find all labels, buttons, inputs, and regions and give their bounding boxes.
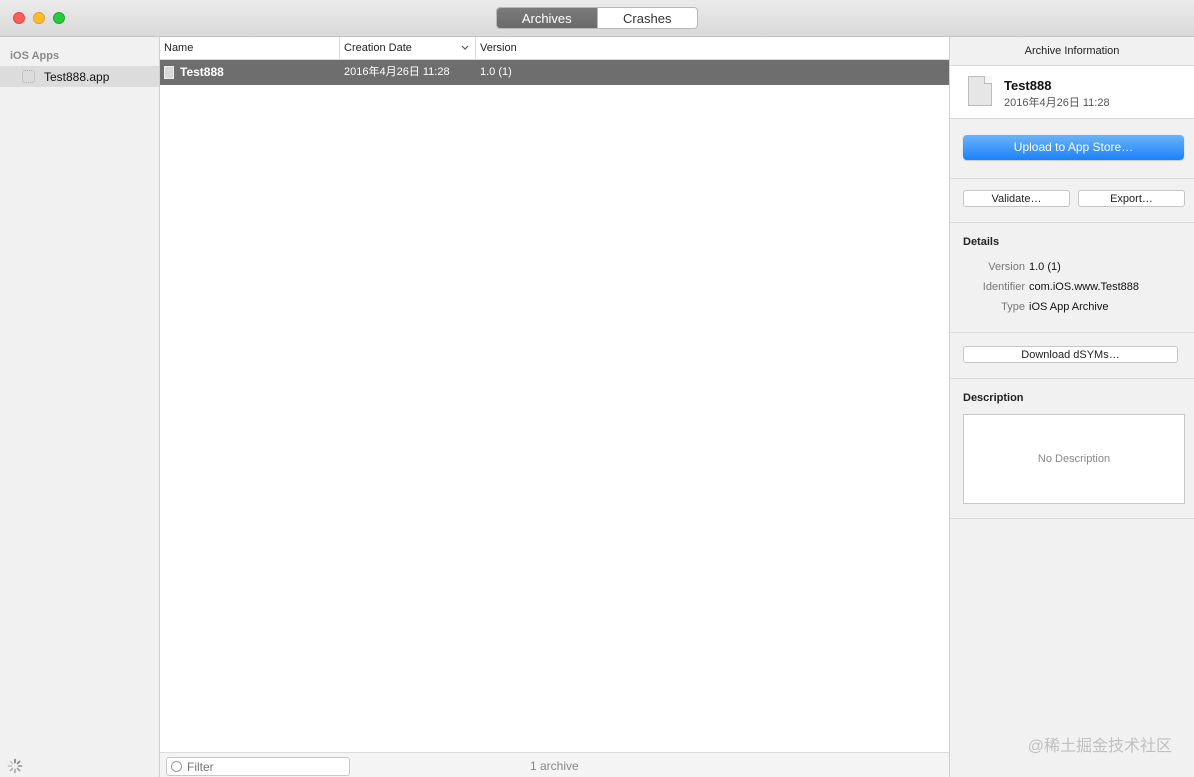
sidebar: iOS Apps Test888.app: [0, 37, 160, 777]
archive-file-icon: [164, 66, 174, 79]
row-name: Test888: [180, 65, 224, 79]
description-placeholder: No Description: [1037, 453, 1111, 465]
detail-row-identifier: Identifier com.iOS.www.Test888: [950, 281, 1194, 297]
app-icon: [22, 70, 35, 83]
sidebar-item-label: Test888.app: [44, 69, 110, 84]
table-row[interactable]: Test888 2016年4月26日 11:28 1.0 (1): [160, 60, 949, 85]
column-header-label: Creation Date: [344, 42, 412, 54]
sidebar-item-test888-app[interactable]: Test888.app: [0, 66, 159, 87]
sidebar-section-header: iOS Apps: [10, 50, 60, 62]
archive-date: 2016年4月26日 11:28: [1004, 97, 1110, 109]
upload-to-app-store-button[interactable]: Upload to App Store…: [963, 135, 1184, 160]
divider: [950, 178, 1194, 179]
close-window-button[interactable]: [13, 12, 25, 24]
watermark: @稀土掘金技术社区: [1027, 738, 1172, 755]
detail-value: com.iOS.www.Test888: [1029, 281, 1140, 293]
detail-label: Type: [1001, 301, 1025, 313]
row-version: 1.0 (1): [480, 66, 512, 78]
zoom-window-button[interactable]: [53, 12, 65, 24]
divider: [950, 332, 1194, 333]
column-header-creation-date[interactable]: Creation Date: [340, 37, 476, 59]
column-header-version[interactable]: Version: [476, 37, 676, 59]
loading-spinner-icon: [7, 758, 23, 774]
details-section-title: Details: [963, 236, 1000, 248]
description-section-title: Description: [963, 392, 1024, 404]
validate-button[interactable]: Validate…: [963, 190, 1070, 207]
list-bottom-bar: 1 archive: [160, 752, 949, 777]
filter-field[interactable]: [166, 757, 350, 776]
detail-label: Version: [988, 261, 1025, 273]
archive-inspector: Archive Information Test888 2016年4月26日 1…: [949, 37, 1194, 777]
description-field[interactable]: No Description: [963, 414, 1185, 504]
archive-count: 1 archive: [530, 759, 579, 773]
list-header: Name Creation Date Version: [160, 37, 949, 60]
detail-row-version: Version 1.0 (1): [950, 261, 1194, 277]
minimize-window-button[interactable]: [33, 12, 45, 24]
archive-summary: Test888 2016年4月26日 11:28: [950, 66, 1194, 119]
detail-label: Identifier: [982, 281, 1025, 293]
archive-name: Test888: [1004, 78, 1052, 93]
divider: [950, 518, 1194, 519]
download-dsyms-button[interactable]: Download dSYMs…: [963, 346, 1178, 363]
filter-input[interactable]: [187, 759, 345, 774]
view-segmented-control: Archives Crashes: [496, 7, 698, 29]
detail-value: 1.0 (1): [1029, 261, 1061, 273]
chevron-down-icon: [461, 45, 469, 50]
row-creation-date: 2016年4月26日 11:28: [344, 66, 450, 78]
export-button[interactable]: Export…: [1078, 190, 1185, 207]
archive-list: Name Creation Date Version Test888 2016年…: [160, 37, 949, 752]
detail-row-type: Type iOS App Archive: [950, 301, 1194, 317]
column-header-name[interactable]: Name: [160, 37, 340, 59]
tab-archives[interactable]: Archives: [497, 8, 597, 28]
window-titlebar: Archives Crashes: [0, 0, 1194, 37]
tab-crashes[interactable]: Crashes: [596, 8, 698, 28]
inspector-title: Archive Information: [950, 37, 1194, 66]
divider: [950, 222, 1194, 223]
archive-document-icon: [968, 76, 992, 106]
divider: [950, 378, 1194, 379]
filter-icon: [171, 761, 182, 772]
detail-value: iOS App Archive: [1029, 301, 1109, 313]
